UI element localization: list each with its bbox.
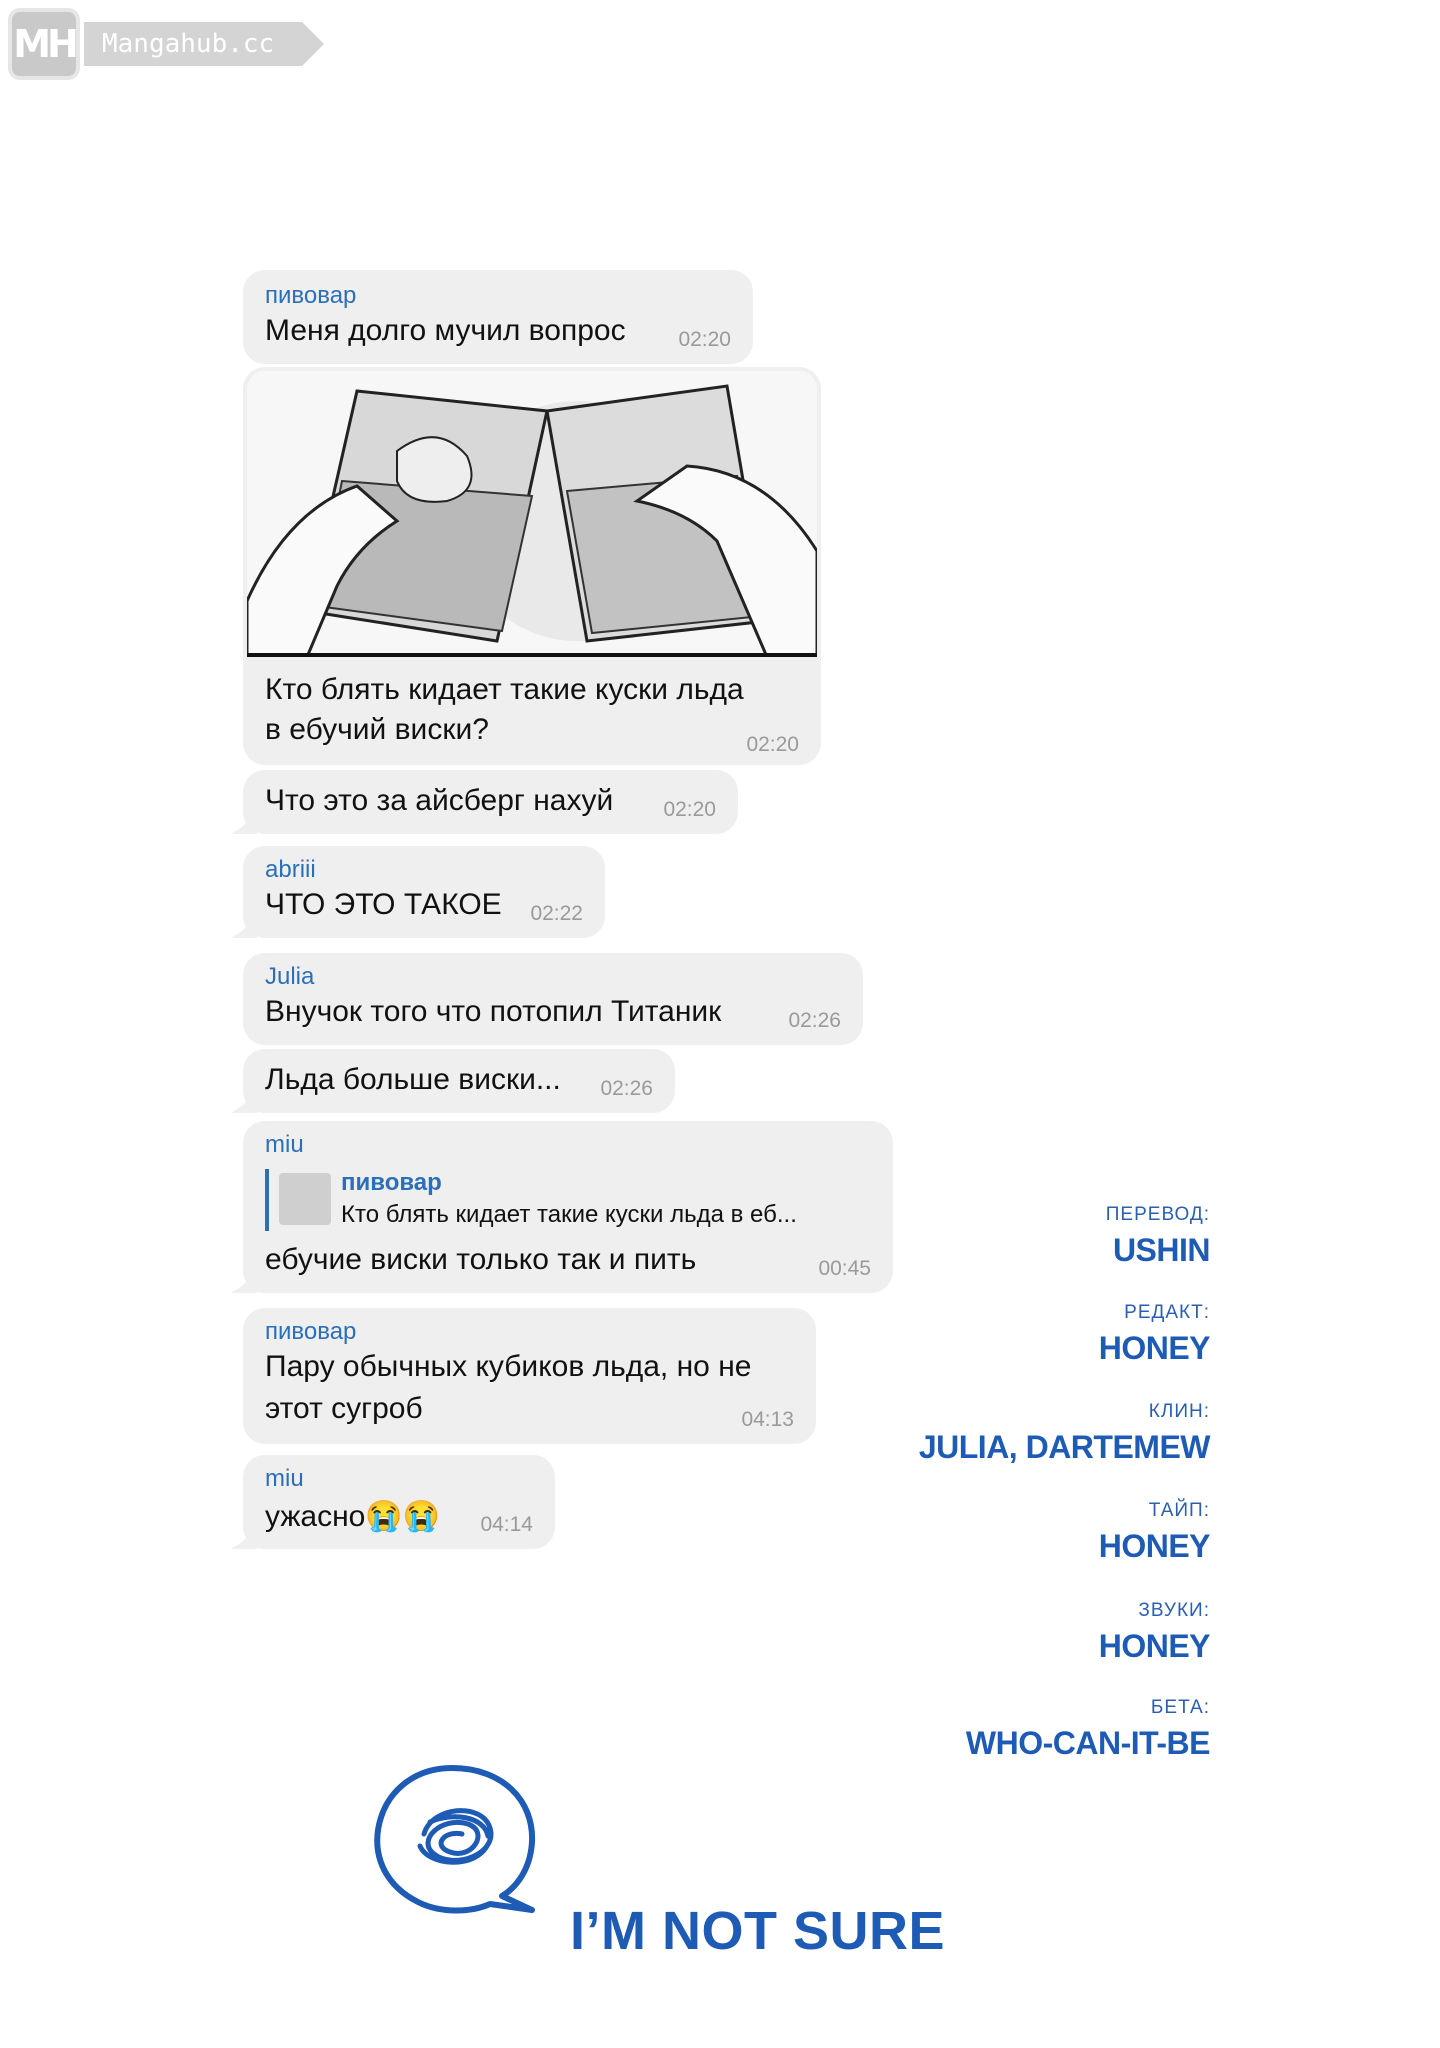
chat-message: miu ужасно😭😭 04:14	[231, 1455, 555, 1549]
message-text: в ебучий виски?	[265, 713, 489, 746]
watermark-site: Mangahub.cc	[84, 22, 325, 66]
message-time: 02:26	[788, 1009, 841, 1032]
credit-value-cleaning: JULIA, DARTEMEW	[918, 1429, 1211, 1465]
reply-thumbnail	[279, 1173, 331, 1225]
message-text: Льда больше виски...	[265, 1063, 561, 1096]
message-time: 04:13	[741, 1408, 794, 1431]
chat-message: пивовар Пару обычных кубиков льда, но не…	[243, 1308, 816, 1444]
message-sender: пивовар	[265, 282, 357, 309]
message-sender: miu	[265, 1131, 304, 1158]
chat-message: abriii ЧТО ЭТО ТАКОЕ 02:22	[231, 846, 605, 938]
message-text: Пару обычных кубиков льда, но не	[265, 1350, 752, 1383]
message-time: 02:22	[530, 902, 583, 925]
message-text: ЧТО ЭТО ТАКОЕ	[265, 888, 502, 921]
message-time: 00:45	[818, 1257, 871, 1280]
message-text: Меня долго мучил вопрос	[265, 314, 626, 347]
credit-value-beta: WHO-CAN-IT-BE	[965, 1725, 1211, 1761]
reply-sender: пивовар	[341, 1169, 442, 1196]
credit-label-editing: РЕДАКТ:	[1124, 1302, 1210, 1323]
credit-label-typesetting: ТАЙП:	[1148, 1500, 1210, 1521]
watermark: MH Mangahub.cc	[8, 8, 325, 80]
message-sender: abriii	[265, 856, 316, 883]
message-text: Внучок того что потопил Титаник	[265, 995, 722, 1028]
reply-text: Кто блять кидает такие куски льда в еб..…	[341, 1201, 797, 1228]
message-time: 04:14	[480, 1513, 533, 1536]
mh-logo-icon: MH	[8, 8, 80, 80]
credit-label-sounds: ЗВУКИ:	[1138, 1600, 1210, 1621]
reply-quote[interactable]: пивовар Кто блять кидает такие куски льд…	[265, 1169, 797, 1231]
message-time: 02:26	[600, 1077, 653, 1100]
message-text: Что это за айсберг нахуй	[265, 784, 614, 817]
credit-label-beta: БЕТА:	[1150, 1697, 1210, 1718]
team-name: I’M NOT SURE	[570, 1901, 946, 1961]
message-sender: пивовар	[265, 1318, 357, 1345]
message-text: этот сугроб	[265, 1392, 423, 1425]
credit-value-editing: HONEY	[1098, 1330, 1211, 1366]
message-text: ебучие виски только так и пить	[265, 1243, 697, 1276]
message-sender: miu	[265, 1465, 304, 1492]
message-time: 02:20	[746, 733, 799, 756]
glasses-illustration-icon	[247, 371, 817, 657]
message-text: ужасно😭😭	[265, 1500, 441, 1533]
chat-message-reply: miu пивовар Кто блять кидает такие куски…	[231, 1121, 893, 1293]
credit-value-typesetting: HONEY	[1098, 1528, 1211, 1564]
chat-message: Julia Внучок того что потопил Титаник 02…	[243, 953, 863, 1045]
message-sender: Julia	[265, 963, 315, 990]
credit-value-sounds: HONEY	[1098, 1628, 1211, 1664]
scribble-speech-bubble-icon	[374, 1765, 536, 1914]
message-text: Кто блять кидает такие куски льда	[265, 673, 744, 706]
credit-value-translation: USHIN	[1112, 1232, 1211, 1268]
chat-message-photo: Кто блять кидает такие куски льда в ебуч…	[243, 367, 821, 765]
whiskey-glasses-photo	[247, 371, 817, 657]
credit-label-translation: ПЕРЕВОД:	[1105, 1204, 1210, 1225]
message-time: 02:20	[678, 328, 731, 351]
chat-message: Что это за айсберг нахуй 02:20	[231, 770, 738, 834]
chat-message: пивовар Меня долго мучил вопрос 02:20	[243, 270, 753, 364]
message-time: 02:20	[663, 798, 716, 821]
credit-label-cleaning: КЛИН:	[1148, 1401, 1210, 1422]
chat-message: Льда больше виски... 02:26	[231, 1049, 675, 1113]
